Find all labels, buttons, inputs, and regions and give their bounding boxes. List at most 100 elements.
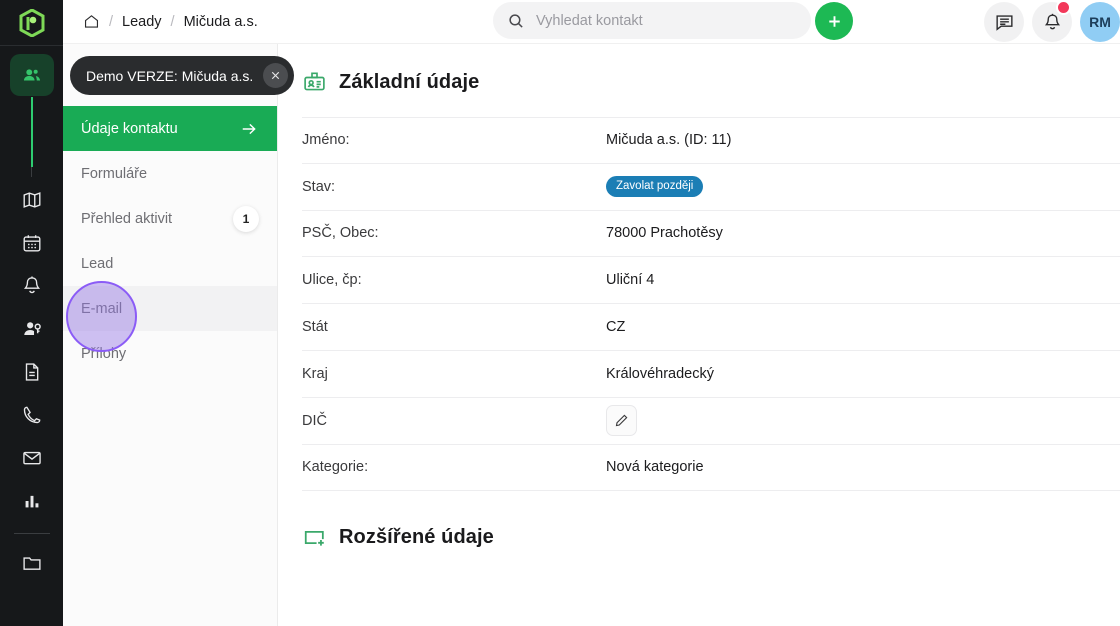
row-key: Kategorie: <box>302 459 369 476</box>
breadcrumb-item-leady[interactable]: Leady <box>122 14 162 30</box>
secondary-sidebar: Údaje kontaktu Formuláře Přehled aktivit… <box>63 44 278 626</box>
id-badge-icon <box>302 70 327 95</box>
notification-badge-dot <box>1056 0 1071 15</box>
toast-close-button[interactable] <box>263 63 289 88</box>
main-content: Základní údaje Jméno: Mičuda a.s. (ID: 1… <box>278 44 1120 626</box>
table-row: Jméno: Mičuda a.s. (ID: 11) <box>302 117 1120 164</box>
table-row: Stát CZ <box>302 304 1120 351</box>
row-key: Ulice, čp: <box>302 272 362 289</box>
sidebar-item-prehled-aktivit[interactable]: Přehled aktivit 1 <box>63 196 277 241</box>
breadcrumb: / Leady / Mičuda a.s. <box>83 13 258 30</box>
sidebar-item-map[interactable] <box>10 179 54 221</box>
sidebar-item-lead[interactable]: Lead <box>63 241 277 286</box>
notifications-button[interactable] <box>1032 0 1072 42</box>
row-key: DIČ <box>302 412 327 429</box>
row-key: Jméno: <box>302 132 350 149</box>
top-bar: / Leady / Mičuda a.s. Vyhledat kontakt R… <box>63 0 1120 44</box>
avatar[interactable]: RM <box>1080 2 1120 42</box>
id-badge-icon-svg <box>304 72 325 91</box>
add-contact-button[interactable] <box>815 2 853 40</box>
sidebar-item-label: Údaje kontaktu <box>81 120 178 137</box>
sidebar-item-calls[interactable] <box>10 394 54 436</box>
map-icon <box>23 192 40 208</box>
messages-button[interactable] <box>984 2 1024 42</box>
table-row: DIČ <box>302 398 1120 445</box>
row-value: Uliční 4 <box>606 272 655 289</box>
edit-dic-button[interactable] <box>606 405 637 437</box>
sidebar-item-email[interactable]: E-mail <box>63 286 277 331</box>
top-bar-actions: RM <box>984 0 1120 44</box>
avatar-initials: RM <box>1089 14 1111 30</box>
sidebar-item-udaje-kontaktu[interactable]: Údaje kontaktu <box>63 106 277 151</box>
folder-icon <box>22 557 41 570</box>
bell-icon <box>1044 13 1060 29</box>
app-logo[interactable] <box>0 0 63 46</box>
status-badge[interactable]: Zavolat později <box>606 176 704 198</box>
sidebar-item-label: E-mail <box>81 300 123 317</box>
sidebar-item-notifications[interactable] <box>10 265 54 307</box>
sidebar-item-contacts[interactable] <box>9 54 54 96</box>
contacts-people-icon <box>23 69 40 81</box>
row-key: Stát <box>302 319 328 336</box>
row-key: PSČ, Obec: <box>302 225 379 242</box>
primary-sidebar-items <box>0 54 63 585</box>
breadcrumb-separator-2: / <box>170 13 175 30</box>
sidebar-item-users-access[interactable] <box>10 308 54 350</box>
pencil-icon <box>615 414 628 427</box>
calendar-icon <box>23 235 40 252</box>
row-value: Mičuda a.s. (ID: 11) <box>606 132 732 149</box>
sidebar-thread-progress <box>31 97 33 167</box>
primary-sidebar <box>0 0 63 626</box>
sidebar-item-calendar[interactable] <box>10 222 54 264</box>
sidebar-item-files[interactable] <box>10 542 54 584</box>
hexagon-r-logo-icon <box>19 8 44 37</box>
sidebar-item-label: Lead <box>81 255 114 272</box>
demo-version-toast: Demo VERZE: Mičuda a.s. <box>70 56 295 95</box>
sidebar-item-documents[interactable] <box>10 351 54 393</box>
table-row: PSČ, Obec: 78000 Prachotěsy <box>302 211 1120 258</box>
sidebar-item-prilohy[interactable]: Přílohy <box>63 331 277 376</box>
app-window: / Leady / Mičuda a.s. Vyhledat kontakt R… <box>0 0 1120 626</box>
row-value: CZ <box>606 319 626 336</box>
sidebar-item-formulare[interactable]: Formuláře <box>63 151 277 196</box>
user-key-icon <box>23 322 41 336</box>
sidebar-item-mail[interactable] <box>10 437 54 479</box>
extended-section-title: Rozšířené údaje <box>339 526 494 549</box>
breadcrumb-separator-1: / <box>109 13 114 30</box>
sidebar-divider <box>13 533 50 534</box>
table-row: Ulice, čp: Uliční 4 <box>302 257 1120 305</box>
add-box-icon <box>302 525 327 550</box>
home-icon[interactable] <box>83 13 100 30</box>
phone-icon <box>23 406 40 424</box>
row-key: Kraj <box>302 365 328 382</box>
row-value: Zavolat později <box>606 176 1120 198</box>
message-list-icon <box>995 14 1013 31</box>
envelope-icon <box>22 451 41 465</box>
add-box-icon-svg <box>304 531 324 546</box>
table-row: Kraj Královéhradecký <box>302 351 1120 398</box>
arrow-right-icon <box>239 119 259 139</box>
basic-info-table: Jméno: Mičuda a.s. (ID: 11) Stav: Zavola… <box>302 117 1120 492</box>
table-row: Stav: Zavolat později <box>302 164 1120 211</box>
row-key: Stav: <box>302 178 336 195</box>
breadcrumb-item-current[interactable]: Mičuda a.s. <box>184 14 258 30</box>
sidebar-item-label: Přílohy <box>81 345 127 362</box>
row-value <box>606 405 1120 437</box>
close-icon <box>272 71 280 80</box>
row-value: Nová kategorie <box>606 459 704 476</box>
document-icon <box>25 363 38 381</box>
table-row: Kategorie: Nová kategorie <box>302 445 1120 492</box>
bar-chart-icon <box>25 495 38 508</box>
bell-icon <box>23 276 40 294</box>
plus-icon <box>828 15 840 27</box>
extended-section-header: Rozšířené údaje <box>278 491 1120 550</box>
search-input[interactable] <box>536 12 786 29</box>
activity-count-badge: 1 <box>233 205 259 232</box>
row-value: Královéhradecký <box>606 365 714 382</box>
sidebar-item-label: Přehled aktivit <box>81 210 173 227</box>
row-value: 78000 Prachotěsy <box>606 225 723 242</box>
sidebar-thread-line <box>31 97 33 177</box>
search-box[interactable] <box>493 2 811 39</box>
toast-text: Demo VERZE: Mičuda a.s. <box>86 67 254 84</box>
sidebar-item-statistics[interactable] <box>10 480 54 522</box>
